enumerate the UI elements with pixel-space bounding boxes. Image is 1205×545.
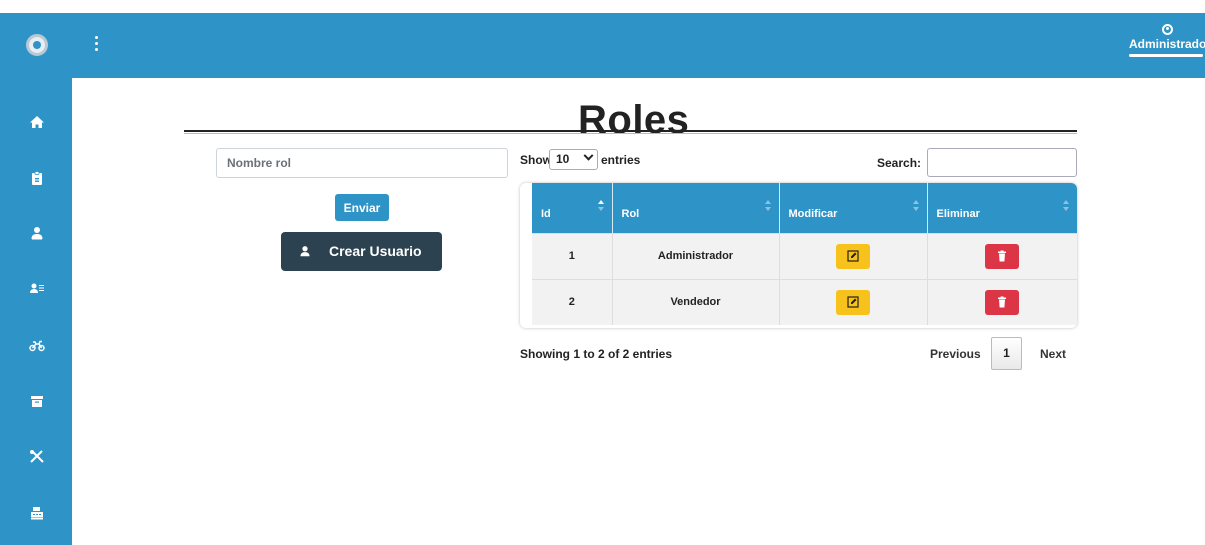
table-row: 1 Administrador xyxy=(532,232,1077,279)
edit-button[interactable] xyxy=(836,289,870,315)
entries-value: 10 xyxy=(556,152,570,166)
delete-button[interactable] xyxy=(985,289,1020,315)
sort-icon xyxy=(1063,200,1069,214)
user-underline xyxy=(1129,54,1203,57)
home-icon[interactable] xyxy=(29,114,45,130)
cell-modificar xyxy=(779,232,928,279)
user-icon[interactable] xyxy=(29,225,45,241)
user-list-icon[interactable] xyxy=(29,280,45,296)
cell-id: 1 xyxy=(532,232,613,279)
column-header-modificar[interactable]: Modificar xyxy=(779,183,928,233)
edit-icon xyxy=(847,249,859,262)
sort-asc-icon xyxy=(597,200,604,214)
entries-select[interactable]: 10 xyxy=(549,149,598,170)
archive-icon[interactable] xyxy=(29,393,45,409)
sort-icon xyxy=(912,200,919,214)
cell-modificar xyxy=(779,278,928,325)
role-name-input[interactable] xyxy=(216,148,508,178)
user-menu[interactable]: Administrador xyxy=(1129,24,1205,57)
entries-label: entries xyxy=(601,153,641,167)
app-logo[interactable] xyxy=(26,34,48,56)
top-bar xyxy=(0,13,1205,78)
column-header-id[interactable]: Id xyxy=(532,183,613,233)
cell-eliminar xyxy=(927,232,1077,279)
column-header-rol[interactable]: Rol xyxy=(612,183,780,233)
table-info: Showing 1 to 2 of 2 entries xyxy=(520,347,673,361)
pagination-page-1[interactable]: 1 xyxy=(991,337,1022,370)
roles-table: Id Rol Modificar Eliminar 1 Administrado… xyxy=(520,183,1077,328)
column-header-eliminar[interactable]: Eliminar xyxy=(927,183,1077,233)
user-name: Administrador xyxy=(1129,37,1205,51)
cell-id: 2 xyxy=(532,278,613,325)
show-label: Show xyxy=(520,153,552,167)
trash-icon xyxy=(998,296,1007,308)
table-row: 2 Vendedor xyxy=(532,278,1077,325)
cash-register-icon[interactable] xyxy=(29,505,45,521)
title-divider-accent xyxy=(184,133,1077,134)
user-icon xyxy=(300,246,310,257)
chevron-down-icon xyxy=(583,150,594,161)
title-divider xyxy=(184,130,1077,132)
sidebar xyxy=(0,13,72,545)
motorcycle-icon[interactable] xyxy=(29,337,45,353)
cell-rol: Vendedor xyxy=(612,278,780,325)
submit-button[interactable]: Enviar xyxy=(335,194,389,221)
pagination-previous[interactable]: Previous xyxy=(930,347,981,361)
trash-icon xyxy=(998,250,1007,261)
delete-button[interactable] xyxy=(985,243,1020,269)
create-user-button[interactable]: Crear Usuario xyxy=(281,232,442,271)
create-user-label: Crear Usuario xyxy=(329,243,422,259)
cell-rol: Administrador xyxy=(612,232,780,279)
edit-icon xyxy=(847,296,859,308)
user-circle-icon xyxy=(1161,24,1173,35)
pagination-next[interactable]: Next xyxy=(1040,347,1066,361)
table-header-row: Id Rol Modificar Eliminar xyxy=(532,183,1077,233)
tools-icon[interactable] xyxy=(29,449,45,465)
search-label: Search: xyxy=(877,156,922,170)
search-input[interactable] xyxy=(927,148,1077,177)
cell-eliminar xyxy=(927,278,1077,325)
edit-button[interactable] xyxy=(836,243,870,269)
clipboard-icon[interactable] xyxy=(29,170,45,186)
sort-icon xyxy=(764,200,771,214)
menu-kebab-icon[interactable] xyxy=(94,36,100,54)
page-title: Roles xyxy=(578,98,690,142)
